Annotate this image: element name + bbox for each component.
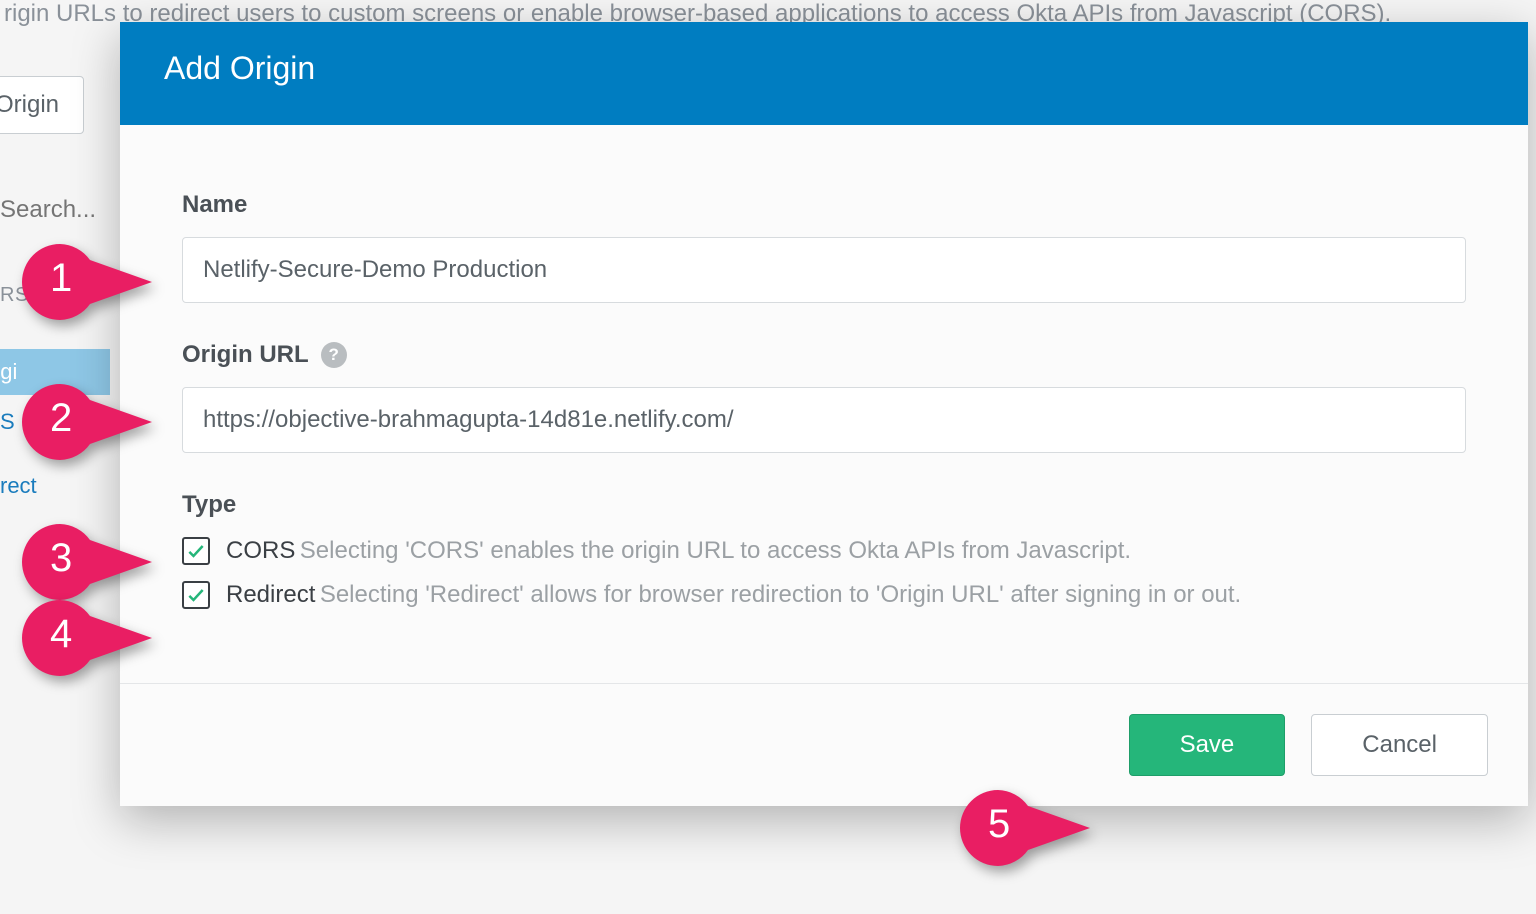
callout-5-number: 5 <box>988 802 1010 847</box>
modal-footer: Save Cancel <box>120 683 1528 806</box>
modal-body: Name Origin URL ? Type CORS Selecting 'C… <box>120 125 1528 683</box>
help-icon[interactable]: ? <box>321 342 347 368</box>
name-input[interactable] <box>182 237 1466 303</box>
cors-description: Selecting 'CORS' enables the origin URL … <box>300 537 1131 564</box>
sidebar-item-s-bg[interactable]: S <box>0 401 110 443</box>
add-origin-modal: Add Origin Name Origin URL ? Type CORS S… <box>120 22 1528 806</box>
callout-3-number: 3 <box>50 536 72 581</box>
search-input-bg[interactable] <box>0 196 110 224</box>
callout-4-number: 4 <box>50 612 72 657</box>
redirect-checkbox[interactable] <box>182 581 210 609</box>
origin-url-label: Origin URL <box>182 341 309 369</box>
redirect-label: Redirect <box>226 581 315 608</box>
save-button[interactable]: Save <box>1129 714 1286 776</box>
modal-title: Add Origin <box>120 22 1528 125</box>
cors-label: CORS <box>226 537 295 564</box>
origin-url-input[interactable] <box>182 387 1466 453</box>
origin-url-field: Origin URL ? <box>182 341 1466 453</box>
cors-row: CORS Selecting 'CORS' enables the origin… <box>182 537 1466 565</box>
sidebar-item-active-bg[interactable]: rigi <box>0 349 110 395</box>
add-origin-button-bg[interactable]: Origin <box>0 76 84 134</box>
type-label: Type <box>182 491 1466 519</box>
check-icon <box>186 541 206 561</box>
name-field: Name <box>182 191 1466 303</box>
cancel-button[interactable]: Cancel <box>1311 714 1488 776</box>
sidebar-item-redirect-bg[interactable]: rect <box>0 465 110 507</box>
cors-checkbox[interactable] <box>182 537 210 565</box>
redirect-description: Selecting 'Redirect' allows for browser … <box>320 581 1241 608</box>
sidebar-bg: RS rigi S rect <box>0 284 110 507</box>
name-label: Name <box>182 191 1466 219</box>
filters-label-bg: RS <box>0 284 110 307</box>
check-icon <box>186 585 206 605</box>
redirect-row: Redirect Selecting 'Redirect' allows for… <box>182 581 1466 609</box>
type-field: Type CORS Selecting 'CORS' enables the o… <box>182 491 1466 609</box>
